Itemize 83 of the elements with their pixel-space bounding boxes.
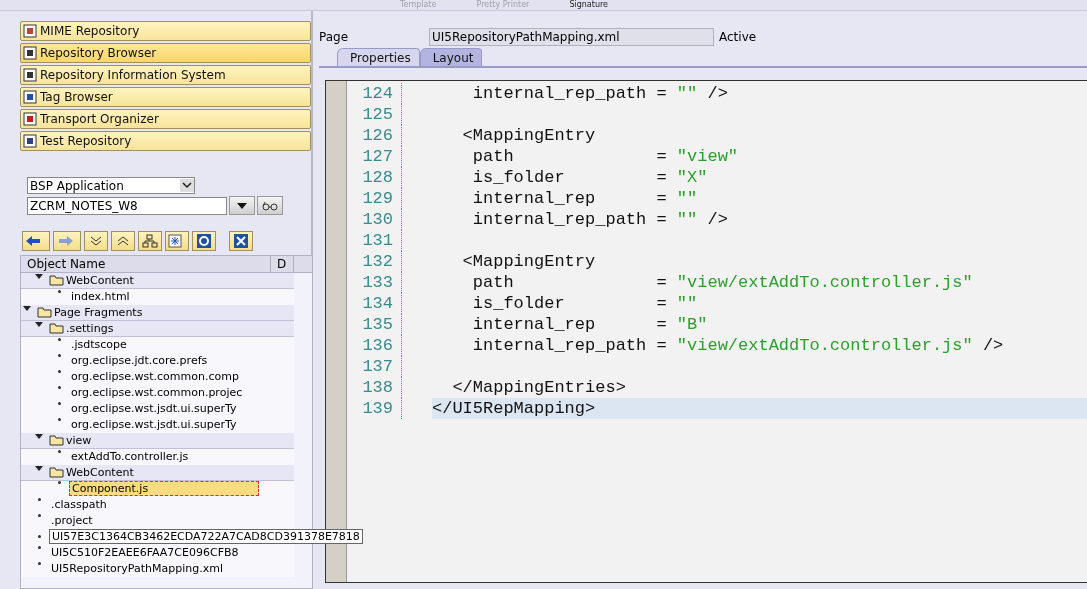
bullet-icon [58,481,61,484]
code-line: path = "view/extAddTo.controller.js" [471,272,974,293]
object-type-select[interactable]: BSP Application [27,177,195,194]
code-line: internal_rep_path = "" /> [471,209,729,230]
line-number: 131 [347,230,402,251]
navigation-button[interactable]: MIME Repository [20,21,311,41]
code-line: <MappingEntry [461,125,597,146]
bullet-icon [38,535,41,538]
code-line: internal_rep_path = "" /> [471,83,729,104]
tree-item[interactable]: view [64,434,94,447]
navigation-button[interactable]: Transport Organizer [20,109,311,129]
line-number: 132 [347,251,402,272]
bullet-icon [58,402,61,405]
tree-item[interactable]: .project [49,514,95,527]
hierarchy-button[interactable] [138,231,162,251]
status-text: Active [719,30,757,44]
bullet-icon [58,418,61,421]
refresh-button[interactable] [192,231,216,251]
object-name-field[interactable]: ZCRM_NOTES_W8 [27,196,227,215]
code-line: is_folder = "" [471,293,699,314]
expand-button[interactable] [84,231,108,251]
bullet-icon [38,498,41,501]
tree-item[interactable]: .settings [64,322,116,335]
tree-item[interactable]: Component.js [69,481,259,496]
dropdown-button[interactable] [229,196,255,215]
back-button[interactable] [22,231,50,251]
code-line: internal_rep = "" [471,188,699,209]
code-line: <MappingEntry [461,251,597,272]
bullet-icon [38,562,41,565]
line-number: 136 [347,335,402,356]
glasses-icon [262,200,278,211]
line-number: 133 [347,272,402,293]
chevron-down-icon [89,235,103,247]
line-number: 127 [347,146,402,167]
code-line: is_folder = "X" [471,167,709,188]
toolbar-label[interactable]: Signature [569,0,608,10]
navigation-button[interactable]: Tag Browser [20,87,311,107]
bullet-icon [58,370,61,373]
line-number: 124 [347,83,402,104]
code-line: </MappingEntries> [451,377,627,398]
dropdown-icon [180,179,194,192]
tree-item[interactable]: index.html [69,290,132,303]
line-number: 130 [347,209,402,230]
bullet-icon [38,546,41,549]
tab[interactable]: Layout [419,48,483,66]
code-line: internal_rep = "B" [471,314,709,335]
chevron-up-icon [116,235,130,247]
line-number: 126 [347,125,402,146]
line-number: 125 [347,104,402,125]
bullet-icon [58,450,61,453]
display-button[interactable] [257,196,283,215]
bullet-icon [58,354,61,357]
bullet-icon [58,290,61,293]
line-number: 135 [347,314,402,335]
line-number: 128 [347,167,402,188]
navigation-button[interactable]: Repository Browser [20,43,311,63]
navigation-button[interactable]: Repository Information System [20,65,311,85]
line-number: 137 [347,356,402,377]
line-number: 139 [347,398,402,419]
navigation-button[interactable]: Test Repository [20,131,311,151]
code-line: path = "view" [471,146,740,167]
tree-item[interactable]: .classpath [49,498,109,511]
column-header[interactable]: Object Name [21,256,271,272]
collapse-button[interactable] [111,231,135,251]
line-number: 134 [347,293,402,314]
tab[interactable]: Properties [337,48,420,66]
bullet-icon [58,386,61,389]
line-number: 129 [347,188,402,209]
tree-item[interactable]: .jsdtscope [69,338,129,351]
bullet-icon [58,338,61,341]
close-button[interactable] [229,231,253,251]
page-label: Page [319,30,350,44]
forward-button[interactable] [53,231,81,251]
column-header[interactable]: D [271,256,294,272]
tree-item-tooltip[interactable]: UI57E3C1364CB3462ECDA722A7CAD8CD391378E7818 [49,529,363,544]
code-line: internal_rep_path = "view/extAddTo.controller.js" /> [471,335,1005,356]
close-icon [233,233,249,249]
refresh-icon [196,233,212,249]
asterisk-button[interactable] [165,231,189,251]
bullet-icon [38,514,41,517]
caret-icon [237,202,247,209]
page-field[interactable]: UI5RepositoryPathMapping.xml [429,28,714,46]
line-number: 138 [347,377,402,398]
